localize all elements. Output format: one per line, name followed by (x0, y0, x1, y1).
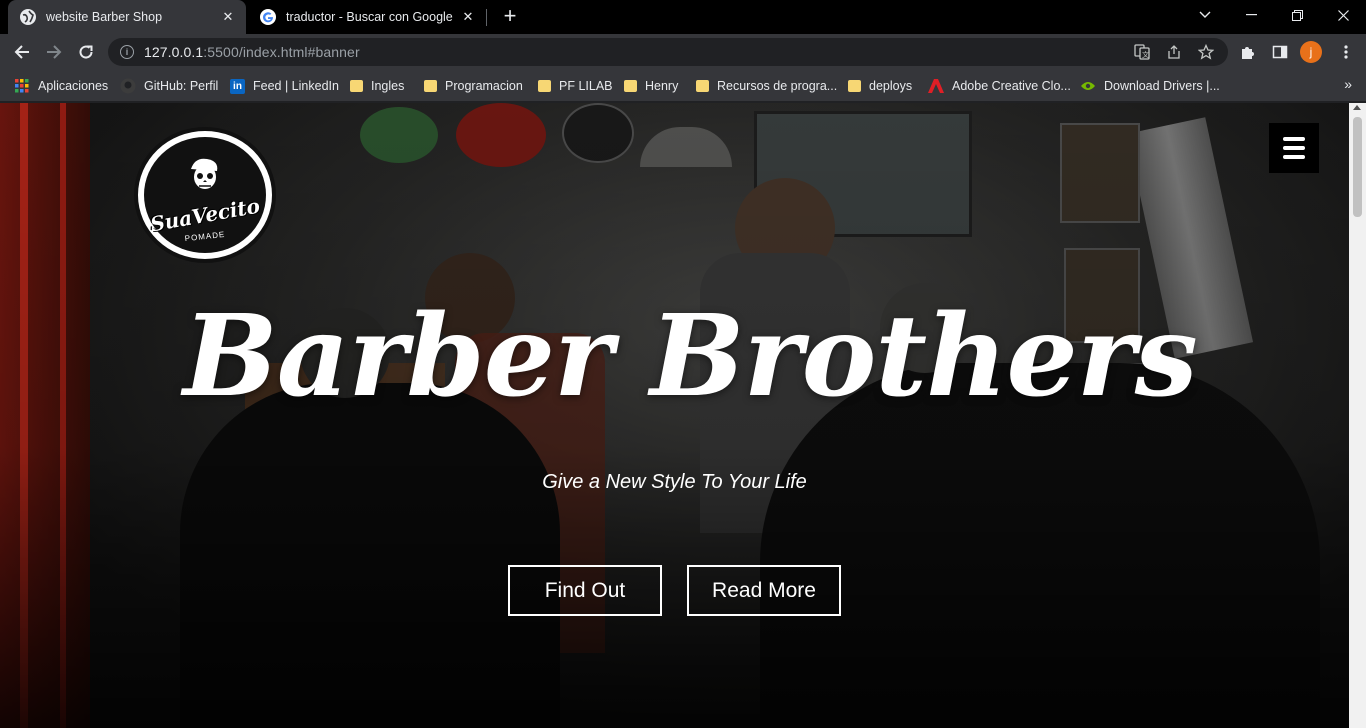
bookmark-label: Ingles (371, 79, 405, 93)
bookmark-folder-recursos[interactable]: Recursos de progra... (696, 76, 837, 96)
profile-avatar[interactable]: j (1300, 41, 1322, 63)
bookmarks-bar: Aplicaciones GitHub: Perfil in Feed | Li… (0, 70, 1366, 102)
reload-icon[interactable] (72, 38, 100, 66)
bookmark-label: PF LILAB (559, 79, 613, 93)
hero-banner: SuaVecito POMADE Barber Brothers Give a … (0, 103, 1349, 728)
tab-title: traductor - Buscar con Google (286, 10, 453, 24)
tab-website-barber-shop[interactable]: website Barber Shop ✕ (8, 0, 246, 34)
hamburger-menu-button[interactable] (1269, 123, 1319, 173)
logo-badge: SuaVecito POMADE (144, 137, 266, 253)
kebab-menu-icon[interactable] (1336, 42, 1356, 62)
page-viewport: SuaVecito POMADE Barber Brothers Give a … (0, 103, 1349, 728)
bookmark-adobe[interactable]: Adobe Creative Clo... (928, 76, 1071, 96)
scrollbar-thumb[interactable] (1353, 117, 1362, 217)
bookmark-folder-henry[interactable]: Henry (624, 76, 678, 96)
forward-arrow-icon[interactable] (40, 38, 68, 66)
logo-wordmark: SuaVecito (148, 193, 262, 237)
tab-traductor[interactable]: traductor - Buscar con Google ✕ (248, 0, 486, 34)
globe-icon (20, 9, 36, 25)
bookmark-star-icon[interactable] (1198, 44, 1214, 60)
extensions-puzzle-icon[interactable] (1238, 42, 1258, 62)
bookmark-folder-programacion[interactable]: Programacion (424, 76, 523, 96)
folder-icon (538, 80, 551, 92)
folder-icon (696, 80, 709, 92)
close-tab-icon[interactable]: ✕ (220, 9, 236, 25)
bookmark-label: Henry (645, 79, 679, 93)
bookmark-label: Programacion (445, 79, 523, 93)
google-icon (260, 9, 276, 25)
menu-bar-icon (1283, 146, 1305, 150)
logo-subtext: POMADE (184, 229, 226, 244)
tab-divider (486, 9, 487, 26)
share-icon[interactable] (1166, 44, 1182, 60)
bookmark-folder-pf-lilab[interactable]: PF LILAB (538, 76, 613, 96)
bookmark-label: Recursos de progra... (717, 79, 838, 93)
vertical-scrollbar[interactable] (1349, 103, 1366, 728)
folder-icon (848, 80, 861, 92)
new-tab-button[interactable]: + (498, 5, 522, 29)
skull-icon (191, 158, 218, 189)
hero-title: Barber Brothers (183, 291, 1198, 422)
bookmark-nvidia[interactable]: Download Drivers |... (1080, 76, 1220, 96)
find-out-button[interactable]: Find Out (508, 565, 662, 616)
read-more-button[interactable]: Read More (687, 565, 841, 616)
hero-subtitle: Give a New Style To Your Life (542, 471, 807, 493)
close-window-icon[interactable] (1320, 0, 1366, 30)
github-icon (120, 78, 136, 94)
translate-icon[interactable]: 文 (1134, 44, 1150, 60)
browser-toolbar: i 127.0.0.1:5500/index.html#banner 文 j (0, 34, 1366, 70)
bookmark-label: Aplicaciones (38, 79, 109, 93)
bookmark-label: Feed | LinkedIn (253, 79, 339, 93)
more-bookmarks-icon[interactable]: » (1344, 76, 1352, 92)
address-url[interactable]: 127.0.0.1:5500/index.html#banner (144, 44, 360, 60)
address-bar[interactable]: i 127.0.0.1:5500/index.html#banner 文 (108, 38, 1228, 66)
site-info-icon[interactable]: i (120, 45, 134, 59)
bookmark-folder-ingles[interactable]: Ingles (350, 76, 404, 96)
address-host: 127.0.0.1 (144, 44, 204, 60)
restore-icon[interactable] (1274, 0, 1320, 30)
bookmark-folder-deploys[interactable]: deploys (848, 76, 912, 96)
apps-grid-icon (14, 78, 30, 94)
back-arrow-icon[interactable] (8, 38, 36, 66)
folder-icon (350, 80, 363, 92)
bookmark-aplicaciones[interactable]: Aplicaciones (14, 76, 108, 96)
svg-text:文: 文 (1142, 50, 1149, 59)
menu-bar-icon (1283, 155, 1305, 159)
suavecito-logo[interactable]: SuaVecito POMADE (134, 127, 276, 263)
close-tab-icon[interactable]: ✕ (460, 9, 476, 25)
bookmark-github[interactable]: GitHub: Perfil (120, 76, 218, 96)
side-panel-icon[interactable] (1270, 42, 1290, 62)
tab-title: website Barber Shop (46, 10, 163, 24)
tab-strip: website Barber Shop ✕ traductor - Buscar… (0, 0, 1366, 34)
bookmark-label: deploys (869, 79, 913, 93)
bookmark-label: Download Drivers |... (1104, 79, 1220, 93)
minimize-icon[interactable] (1228, 0, 1274, 30)
scroll-up-arrow-icon[interactable] (1353, 105, 1361, 110)
bookmark-linkedin[interactable]: in Feed | LinkedIn (230, 76, 339, 96)
bookmark-label: GitHub: Perfil (144, 79, 219, 93)
linkedin-icon: in (230, 78, 245, 94)
nvidia-icon (1080, 78, 1096, 94)
address-path: :5500/index.html#banner (203, 44, 360, 60)
adobe-icon (928, 78, 944, 94)
folder-icon (624, 80, 637, 92)
folder-icon (424, 80, 437, 92)
menu-bar-icon (1283, 137, 1305, 141)
tab-search-icon[interactable] (1182, 0, 1228, 30)
bookmark-label: Adobe Creative Clo... (952, 79, 1071, 93)
